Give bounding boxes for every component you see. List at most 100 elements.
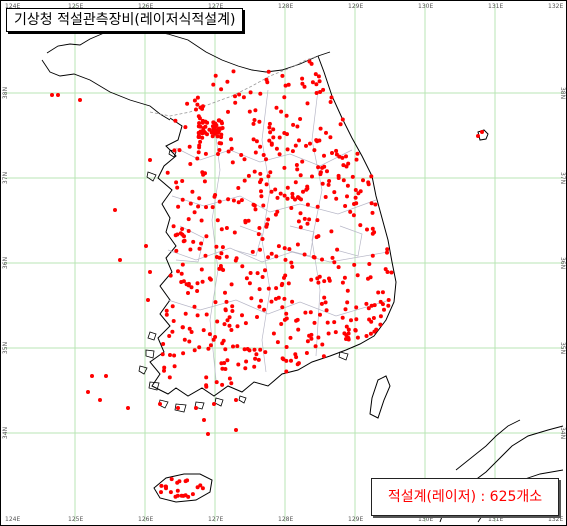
station-dot bbox=[361, 178, 365, 183]
station-dot bbox=[274, 146, 279, 151]
station-dot bbox=[258, 171, 263, 176]
station-dot bbox=[185, 101, 190, 106]
station-dot bbox=[323, 195, 328, 199]
station-dot bbox=[370, 226, 375, 231]
station-dot bbox=[269, 142, 274, 147]
station-dot bbox=[264, 77, 269, 82]
station-dot bbox=[279, 109, 284, 114]
station-dot bbox=[221, 268, 226, 272]
lon-label-bottom: 131E bbox=[488, 516, 503, 523]
station-dot bbox=[214, 255, 219, 259]
station-dot bbox=[229, 328, 234, 332]
station-dot bbox=[274, 254, 279, 259]
station-dot bbox=[195, 289, 200, 293]
station-dot bbox=[253, 356, 258, 361]
station-dot bbox=[316, 280, 321, 285]
station-dot bbox=[213, 335, 218, 339]
station-dot bbox=[295, 362, 300, 367]
station-dot bbox=[176, 269, 180, 274]
station-dot bbox=[188, 162, 193, 166]
station-dot bbox=[282, 193, 287, 198]
station-dot bbox=[275, 340, 280, 345]
station-dot bbox=[476, 134, 480, 138]
station-dot bbox=[266, 69, 271, 74]
station-dot bbox=[225, 318, 230, 323]
station-dot bbox=[229, 137, 233, 142]
station-dot bbox=[284, 311, 289, 316]
station-dot bbox=[305, 186, 310, 191]
station-dot bbox=[279, 283, 284, 288]
station-dot bbox=[480, 130, 484, 134]
station-dot bbox=[316, 234, 321, 239]
station-dot bbox=[195, 156, 200, 161]
station-dot bbox=[248, 271, 253, 275]
station-dot bbox=[353, 328, 358, 332]
station-dot bbox=[300, 159, 305, 164]
station-dot bbox=[196, 204, 201, 209]
station-dot bbox=[380, 290, 385, 295]
station-dot bbox=[235, 324, 240, 329]
station-dot bbox=[268, 130, 273, 135]
station-dot bbox=[258, 347, 263, 352]
station-dot bbox=[289, 206, 294, 210]
station-dot bbox=[168, 353, 172, 357]
station-dot bbox=[200, 279, 205, 284]
station-dot bbox=[211, 82, 216, 87]
station-dot bbox=[172, 353, 177, 358]
station-dot bbox=[328, 135, 333, 140]
station-dot bbox=[210, 205, 215, 210]
station-dot bbox=[253, 108, 258, 113]
station-dot bbox=[266, 255, 271, 260]
station-dot bbox=[198, 105, 203, 110]
station-dot bbox=[298, 225, 303, 230]
station-dot bbox=[148, 270, 152, 274]
station-dot bbox=[231, 69, 236, 74]
station-dot bbox=[186, 291, 190, 295]
station-dot bbox=[195, 281, 200, 286]
station-dot bbox=[295, 167, 300, 172]
station-dot bbox=[255, 315, 259, 319]
station-dot bbox=[216, 152, 220, 156]
station-dot bbox=[358, 223, 363, 228]
station-dot bbox=[315, 139, 320, 144]
station-dot bbox=[203, 151, 208, 156]
station-dot bbox=[180, 179, 185, 183]
station-dot bbox=[113, 208, 117, 212]
station-dot bbox=[231, 344, 235, 349]
station-dot bbox=[353, 188, 358, 192]
station-dot bbox=[385, 250, 389, 255]
station-dot bbox=[332, 320, 337, 325]
lon-label-top: 131E bbox=[488, 3, 503, 10]
station-dot bbox=[290, 191, 295, 196]
station-dot bbox=[242, 347, 247, 352]
station-dot bbox=[118, 258, 122, 262]
station-dot bbox=[190, 189, 195, 194]
station-dot bbox=[327, 179, 332, 183]
station-dot bbox=[355, 273, 360, 278]
station-dot bbox=[284, 358, 289, 363]
lat-label-left: 34N bbox=[2, 427, 9, 439]
lon-label-bottom: 127E bbox=[208, 516, 223, 523]
station-dot bbox=[223, 347, 228, 352]
station-dot bbox=[257, 304, 262, 309]
station-dot bbox=[280, 356, 285, 361]
station-dot bbox=[223, 307, 228, 312]
station-dot bbox=[231, 198, 236, 203]
station-dot bbox=[195, 102, 200, 107]
station-dot bbox=[354, 157, 359, 162]
station-dot bbox=[236, 362, 241, 367]
station-dot bbox=[214, 123, 219, 128]
station-dot bbox=[196, 114, 201, 119]
station-dot bbox=[208, 277, 213, 282]
station-dot bbox=[260, 275, 265, 279]
station-dot bbox=[324, 130, 328, 135]
station-dot bbox=[178, 231, 183, 236]
station-dot bbox=[205, 132, 209, 137]
station-dot bbox=[212, 128, 217, 133]
station-dot bbox=[220, 341, 225, 346]
station-dot bbox=[224, 226, 229, 230]
station-dot bbox=[346, 337, 351, 342]
station-dot bbox=[369, 319, 374, 324]
station-dot bbox=[56, 93, 60, 97]
station-dot bbox=[235, 344, 240, 349]
